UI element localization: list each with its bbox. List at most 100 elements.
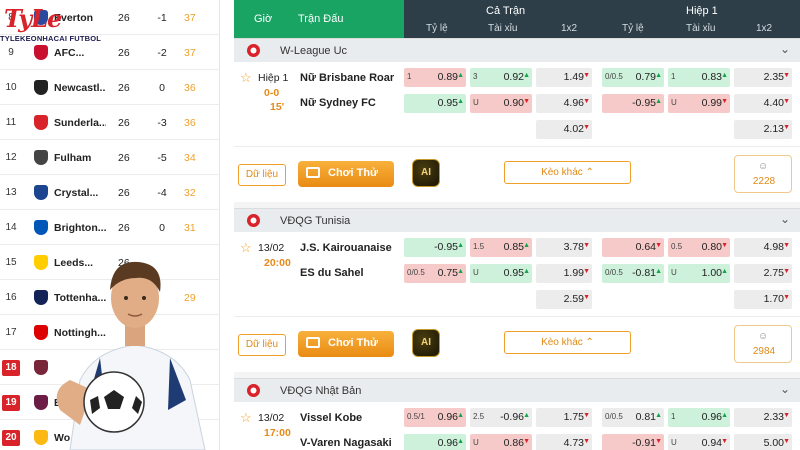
chevron-down-icon[interactable]: ⌄ — [780, 42, 790, 56]
odds-cell[interactable]: U 0.94 ▼ — [668, 434, 730, 450]
odds-cell[interactable]: 0/0.5 -0.81 ▲ — [602, 264, 664, 283]
col-match: Trận Đấu — [298, 13, 344, 25]
stats-button[interactable]: Dữ liệu — [238, 164, 286, 186]
tv-icon — [306, 337, 320, 348]
odds-cell[interactable]: 0.95 ▲ — [404, 94, 466, 113]
col-handicap-h1: Tỷ lệ — [622, 23, 644, 34]
odds-line: U — [473, 98, 479, 107]
odds-line: U — [473, 438, 479, 447]
team-name[interactable]: Fulham — [54, 152, 106, 164]
odds-cell[interactable]: 1.70 ▼ — [734, 290, 792, 309]
league-header[interactable]: VĐQG Tunisia ⌄ — [234, 208, 800, 232]
more-odds-button[interactable]: Kèo khác ⌃ — [504, 161, 631, 184]
home-team[interactable]: Vissel Kobe — [300, 412, 362, 424]
ai-button[interactable]: AI — [412, 329, 440, 357]
more-odds-label: Kèo khác — [541, 167, 583, 178]
standing-position: 9 — [8, 47, 14, 58]
odds-cell[interactable]: 0.64 ▼ — [602, 238, 664, 257]
odds-cell[interactable]: 4.96 ▼ — [536, 94, 592, 113]
more-odds-button[interactable]: Kèo khác ⌃ — [504, 331, 631, 354]
odds-cell[interactable]: 0/0.5 0.79 ▲ — [602, 68, 664, 87]
odds-cell[interactable]: 0/0.5 0.81 ▲ — [602, 408, 664, 427]
page: 8 Everton 26 -1 37 9 AFC... 26 -2 37 10 Newcastl...… — [0, 0, 800, 450]
odds-cell[interactable]: 4.73 ▼ — [536, 434, 592, 450]
odds-cell[interactable]: 5.00 ▼ — [734, 434, 792, 450]
standings-row[interactable]: 10 Newcastl... 26 0 36 — [0, 70, 220, 105]
try-play-button[interactable]: Chơi Thử — [298, 161, 394, 187]
odds-cell[interactable]: 1.49 ▼ — [536, 68, 592, 87]
odds-value: 0.95 — [437, 97, 458, 109]
odds-value: 2.33 — [763, 411, 784, 423]
odds-cell[interactable]: U 0.86 ▼ — [470, 434, 532, 450]
odds-cell[interactable]: 4.98 ▼ — [734, 238, 792, 257]
home-team[interactable]: Nữ Brisbane Roar — [300, 72, 394, 84]
odds-cell[interactable]: 1 0.89 ▲ — [404, 68, 466, 87]
odds-cell[interactable]: U 1.00 ▲ — [668, 264, 730, 283]
home-team[interactable]: J.S. Kairouanaise — [300, 242, 392, 254]
bettors-button[interactable]: ☺ 2984 — [734, 325, 792, 363]
arrow-down-icon: ▼ — [583, 72, 590, 79]
odds-cell[interactable]: 2.59 ▼ — [536, 290, 592, 309]
odds-cell[interactable]: 2.75 ▼ — [734, 264, 792, 283]
odds-cell[interactable]: -0.95 ▲ — [602, 94, 664, 113]
star-icon[interactable]: ☆ — [240, 410, 252, 426]
odds-cell[interactable]: U 0.95 ▲ — [470, 264, 532, 283]
odds-cell[interactable]: -0.95 ▲ — [404, 238, 466, 257]
standings-row[interactable]: 11 Sunderla... 26 -3 36 — [0, 105, 220, 140]
away-team[interactable]: Nữ Sydney FC — [300, 97, 376, 109]
odds-cell[interactable]: 0/0.5 0.75 ▲ — [404, 264, 466, 283]
odds-cell[interactable]: -0.91 ▼ — [602, 434, 664, 450]
chevron-down-icon[interactable]: ⌄ — [780, 382, 790, 396]
odds-cell[interactable]: 1.99 ▼ — [536, 264, 592, 283]
standings-row[interactable]: 13 Crystal... 26 -4 32 — [0, 175, 220, 210]
odds-cell[interactable]: U 0.99 ▼ — [668, 94, 730, 113]
team-name[interactable]: Newcastl... — [54, 82, 106, 94]
standing-position: 16 — [5, 292, 17, 303]
ai-button[interactable]: AI — [412, 159, 440, 187]
league-header[interactable]: VĐQG Nhật Bản ⌄ — [234, 378, 800, 402]
star-icon[interactable]: ☆ — [240, 70, 252, 86]
odds-value: -0.81 — [632, 267, 656, 279]
goal-difference: -3 — [157, 117, 167, 129]
away-team[interactable]: ES du Sahel — [300, 267, 364, 279]
try-play-button[interactable]: Chơi Thử — [298, 331, 394, 357]
odds-cell[interactable]: 2.13 ▼ — [734, 120, 792, 139]
odds-cell[interactable]: 1 0.83 ▲ — [668, 68, 730, 87]
arrow-up-icon: ▲ — [457, 438, 464, 445]
match-time: 13/02 — [258, 412, 285, 424]
bettors-button[interactable]: ☺ 2228 — [734, 155, 792, 193]
odds-cell[interactable]: U 0.90 ▼ — [470, 94, 532, 113]
team-name[interactable]: Crystal... — [54, 187, 106, 199]
odds-line: 0.5 — [671, 242, 683, 251]
odds-line: 1 — [407, 72, 412, 81]
odds-value: 0.79 — [635, 71, 656, 83]
odds-cell[interactable]: 0.96 ▲ — [404, 434, 466, 450]
odds-line: 0/0.5 — [605, 72, 623, 81]
arrow-up-icon: ▲ — [655, 72, 662, 79]
standings-row[interactable]: 12 Fulham 26 -5 34 — [0, 140, 220, 175]
odds-cell[interactable]: 2.33 ▼ — [734, 408, 792, 427]
stats-button[interactable]: Dữ liệu — [238, 334, 286, 356]
site-logo[interactable]: TyLe TYLEKEONHACAI FUTBOL — [0, 4, 120, 43]
odds-cell[interactable]: 4.02 ▼ — [536, 120, 592, 139]
chevron-down-icon[interactable]: ⌄ — [780, 212, 790, 226]
odds-cell[interactable]: 2.5 -0.96 ▲ — [470, 408, 532, 427]
matches-played: 26 — [118, 152, 130, 164]
league-header[interactable]: W-League Uc ⌄ — [234, 38, 800, 62]
team-name[interactable]: Brighton... — [54, 222, 106, 234]
odds-cell[interactable]: 0.5/1 0.96 ▲ — [404, 408, 466, 427]
odds-cell[interactable]: 1.5 0.85 ▲ — [470, 238, 532, 257]
odds-cell[interactable]: 1.75 ▼ — [536, 408, 592, 427]
odds-cell[interactable]: 3.78 ▼ — [536, 238, 592, 257]
chevron-up-icon: ⌃ — [585, 167, 594, 178]
away-team[interactable]: V-Varen Nagasaki — [300, 437, 392, 449]
team-name[interactable]: AFC... — [54, 47, 106, 59]
odds-cell[interactable]: 0.5 0.80 ▼ — [668, 238, 730, 257]
odds-cell[interactable]: 4.40 ▼ — [734, 94, 792, 113]
star-icon[interactable]: ☆ — [240, 240, 252, 256]
odds-cell[interactable]: 1 0.96 ▲ — [668, 408, 730, 427]
odds-cell[interactable]: 2.35 ▼ — [734, 68, 792, 87]
header-left: Giờ Trận Đấu — [234, 0, 422, 38]
team-name[interactable]: Sunderla... — [54, 117, 106, 129]
odds-cell[interactable]: 3 0.92 ▲ — [470, 68, 532, 87]
